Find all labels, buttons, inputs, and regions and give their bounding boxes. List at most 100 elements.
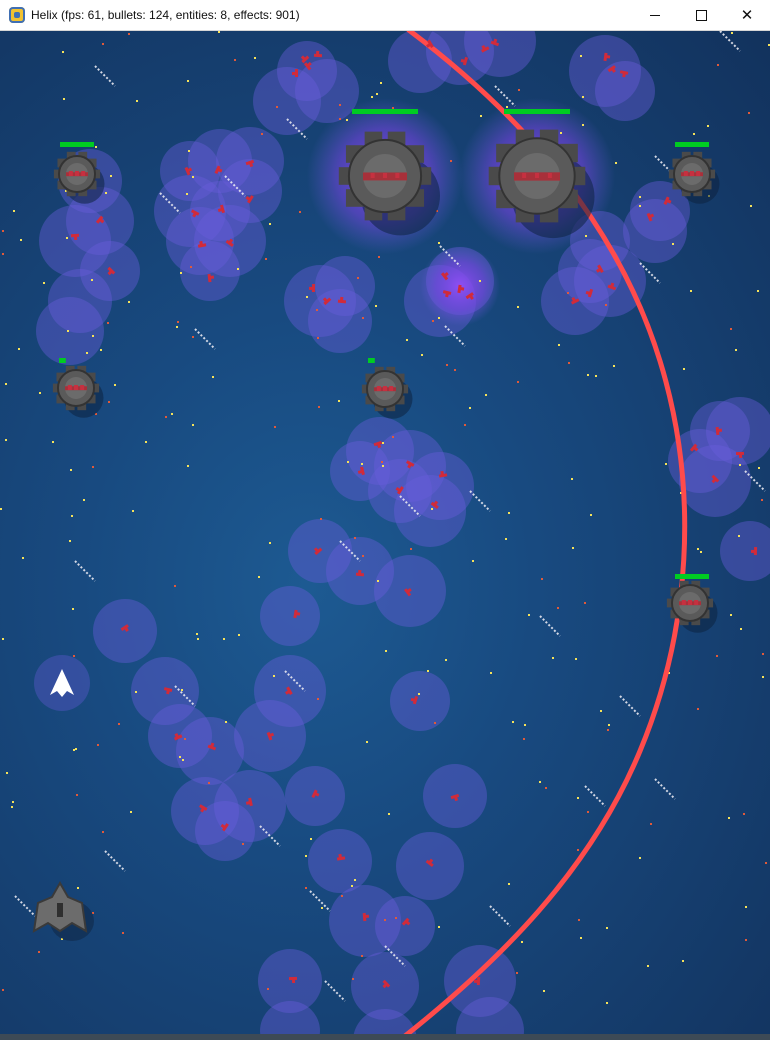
aura-circle — [308, 829, 372, 893]
spark — [606, 1002, 608, 1004]
health-bar — [59, 358, 66, 363]
spark — [267, 988, 269, 990]
enemy-light — [370, 173, 375, 178]
spark — [180, 272, 182, 274]
spark — [665, 463, 667, 465]
spark — [730, 328, 732, 330]
spark — [740, 628, 742, 630]
small-enemy-left — [52, 365, 104, 418]
spark — [762, 653, 764, 655]
spark — [132, 510, 134, 512]
enemy-light — [383, 386, 387, 391]
aura-circle — [260, 586, 320, 646]
spark — [615, 162, 617, 164]
spark — [274, 426, 276, 428]
spark — [22, 557, 24, 559]
game-scene — [0, 31, 770, 1040]
spark — [63, 98, 65, 100]
spark — [97, 744, 99, 746]
spark — [181, 689, 183, 691]
spark — [105, 192, 107, 194]
spark — [102, 831, 104, 833]
spark — [431, 508, 433, 510]
spark — [71, 515, 73, 517]
spark — [114, 384, 116, 386]
spark — [179, 756, 181, 758]
bullet-arm — [717, 428, 723, 432]
spark — [580, 55, 582, 57]
spark — [86, 352, 88, 354]
spark — [362, 555, 364, 557]
spark — [480, 115, 482, 117]
spark — [613, 365, 615, 367]
spark — [700, 551, 702, 553]
enemy-light — [696, 171, 701, 176]
spark — [572, 547, 574, 549]
spark — [276, 106, 278, 108]
bullet-arm — [316, 50, 320, 56]
spark — [184, 738, 186, 740]
spark — [269, 542, 271, 544]
spark — [70, 469, 72, 471]
spark — [76, 794, 78, 796]
spark — [269, 223, 271, 225]
spark — [381, 461, 383, 463]
spark — [717, 64, 719, 66]
spark — [354, 879, 356, 881]
spark — [212, 376, 214, 378]
spark — [438, 242, 440, 244]
spark — [490, 672, 492, 674]
speed-streak — [619, 695, 641, 717]
spark — [237, 268, 239, 270]
spark — [382, 465, 384, 467]
spark — [745, 906, 747, 908]
spark — [639, 205, 641, 207]
spark — [371, 96, 373, 98]
enemy-light — [74, 385, 78, 390]
spark — [165, 416, 167, 418]
spark — [378, 256, 380, 258]
game-canvas[interactable] — [0, 31, 770, 1040]
enemy-light — [68, 171, 73, 176]
spark — [575, 658, 577, 660]
spark — [738, 535, 740, 537]
spark — [339, 118, 341, 120]
spark — [38, 951, 40, 953]
spark — [13, 210, 15, 212]
spark — [130, 811, 132, 813]
spark — [672, 243, 674, 245]
spark — [118, 723, 120, 725]
spark — [77, 887, 79, 889]
spark — [716, 655, 718, 657]
spark — [521, 941, 523, 943]
aura-circle — [394, 475, 466, 547]
spark — [517, 306, 519, 308]
spark — [454, 369, 456, 371]
spark — [382, 442, 384, 444]
enemy-light — [81, 171, 86, 176]
enemy-light — [522, 173, 527, 178]
spark — [174, 585, 176, 587]
enemy-light — [547, 173, 552, 178]
spark — [595, 375, 597, 377]
close-button[interactable]: ✕ — [724, 0, 770, 31]
aura-circle — [720, 521, 770, 581]
spark — [743, 813, 745, 815]
aura-circle — [253, 67, 321, 135]
title-bar[interactable]: Helix (fps: 61, bullets: 124, entities: … — [0, 0, 770, 31]
spark — [225, 721, 227, 723]
spark — [506, 106, 508, 108]
minimize-button[interactable] — [632, 0, 678, 31]
maximize-button[interactable] — [678, 0, 724, 31]
ally-cockpit — [57, 903, 63, 917]
health-bar — [504, 109, 570, 114]
aura-circle — [375, 896, 435, 956]
spark — [445, 659, 447, 661]
spark — [218, 31, 220, 33]
spark — [208, 782, 210, 784]
bullet-arm — [292, 72, 296, 75]
spark — [380, 82, 382, 84]
spark — [135, 691, 137, 693]
spark — [761, 499, 763, 501]
spark — [539, 781, 541, 783]
